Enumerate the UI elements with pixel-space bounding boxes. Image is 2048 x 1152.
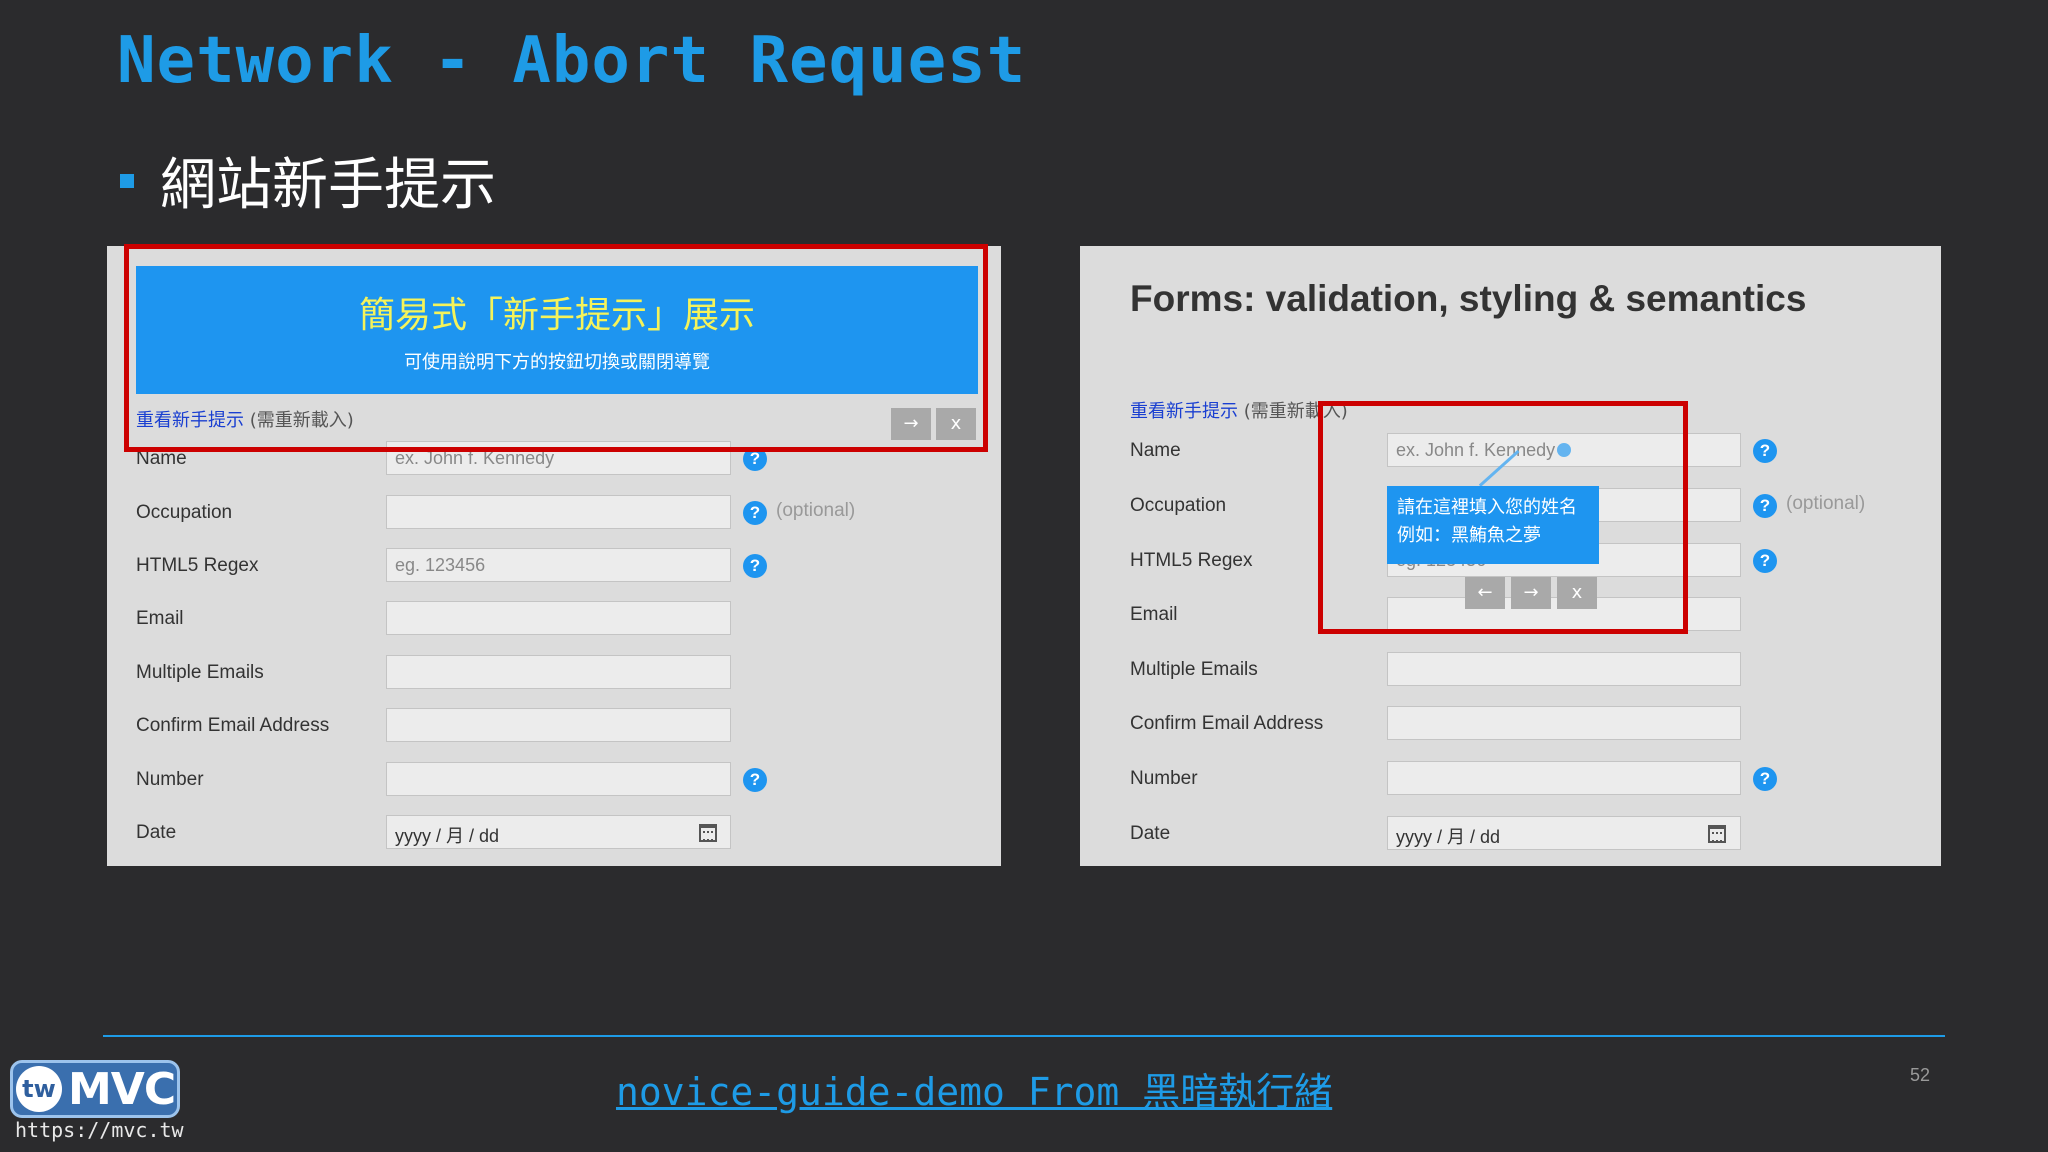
- email-field[interactable]: [386, 601, 731, 635]
- help-icon[interactable]: ?: [1753, 549, 1777, 573]
- email-label: Email: [1130, 604, 1178, 625]
- confirm-email-field[interactable]: [1387, 706, 1741, 740]
- mvc-logo: tw MVC: [10, 1060, 180, 1118]
- occupation-field[interactable]: [386, 495, 731, 529]
- reread-guide: 重看新手提示 (需重新載入): [1130, 397, 1348, 423]
- regex-field[interactable]: eg. 123456: [386, 548, 731, 582]
- form-title: Forms: validation, styling & semantics: [1130, 278, 1807, 319]
- calendar-icon[interactable]: [1708, 825, 1726, 843]
- help-icon[interactable]: ?: [743, 554, 767, 578]
- help-icon[interactable]: ?: [743, 768, 767, 792]
- multiple-emails-label: Multiple Emails: [136, 662, 264, 683]
- confirm-email-field[interactable]: [386, 708, 731, 742]
- regex-label: HTML5 Regex: [136, 555, 259, 576]
- multiple-emails-field[interactable]: [1387, 652, 1741, 686]
- slide-title: Network - Abort Request: [117, 24, 1027, 98]
- email-label: Email: [136, 608, 184, 629]
- date-label: Date: [1130, 823, 1171, 844]
- logo-text: MVC: [68, 1064, 176, 1115]
- calendar-icon[interactable]: [699, 824, 717, 842]
- multiple-emails-label: Multiple Emails: [1130, 659, 1258, 680]
- regex-label: HTML5 Regex: [1130, 550, 1253, 571]
- highlight-box: [1318, 401, 1688, 634]
- footer-divider: [103, 1035, 1945, 1037]
- confirm-email-label: Confirm Email Address: [136, 715, 330, 736]
- bullet-text: 網站新手提示: [160, 153, 496, 218]
- date-label: Date: [136, 822, 177, 843]
- logo-tw-icon: tw: [16, 1066, 62, 1112]
- confirm-email-label: Confirm Email Address: [1130, 713, 1324, 734]
- number-field[interactable]: [386, 762, 731, 796]
- number-label: Number: [136, 769, 204, 790]
- optional-note: (optional): [776, 500, 856, 521]
- date-field[interactable]: yyyy / 月 / dd: [386, 815, 731, 849]
- multiple-emails-field[interactable]: [386, 655, 731, 689]
- help-icon[interactable]: ?: [1753, 494, 1777, 518]
- highlight-box: [124, 244, 988, 452]
- bullet-square-icon: [120, 173, 134, 188]
- occupation-label: Occupation: [1130, 495, 1227, 516]
- optional-note: (optional): [1786, 493, 1866, 514]
- page-number: 52: [1910, 1065, 1931, 1085]
- number-label: Number: [1130, 768, 1198, 789]
- help-icon[interactable]: ?: [1753, 767, 1777, 791]
- reread-guide-link[interactable]: 重看新手提示: [1130, 401, 1238, 422]
- occupation-label: Occupation: [136, 502, 233, 523]
- footer-link[interactable]: novice-guide-demo From 黑暗執行緒: [616, 1061, 1332, 1116]
- logo-url: https://mvc.tw: [15, 1118, 184, 1142]
- number-field[interactable]: [1387, 761, 1741, 795]
- date-field[interactable]: yyyy / 月 / dd: [1387, 816, 1741, 850]
- help-icon[interactable]: ?: [743, 501, 767, 525]
- help-icon[interactable]: ?: [1753, 439, 1777, 463]
- name-label: Name: [1130, 440, 1181, 461]
- bullet-point: 網站新手提示: [120, 140, 496, 221]
